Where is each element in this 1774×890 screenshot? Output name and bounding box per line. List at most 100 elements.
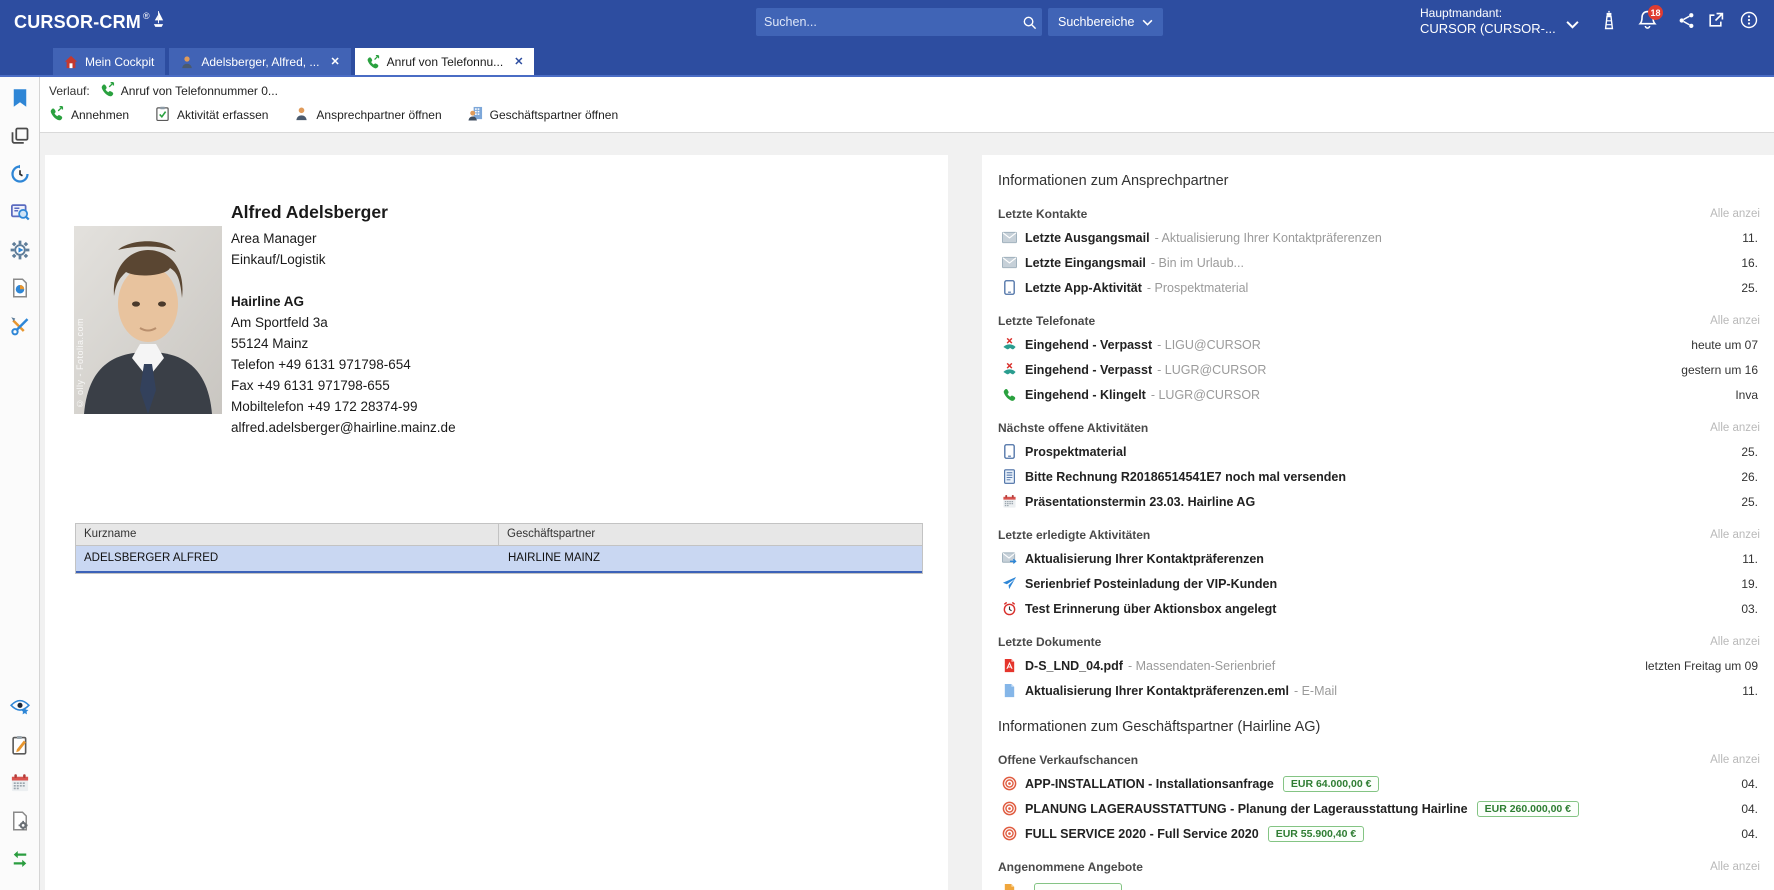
column-header-kurzname[interactable]: Kurzname <box>76 524 499 545</box>
item-timestamp: 11. <box>1742 684 1760 698</box>
item-timestamp: 11. <box>1742 231 1760 245</box>
aktivit-t-erfassen-button[interactable]: Aktivität erfassen <box>155 106 268 124</box>
share-icon[interactable] <box>1678 12 1695 29</box>
table-row[interactable]: ADELSBERGER ALFREDHAIRLINE MAINZ <box>76 546 922 573</box>
notification-count-badge: 18 <box>1648 5 1663 20</box>
list-item[interactable]: D-S_LND_04.pdf- Massendaten-Serienbriefl… <box>998 653 1760 678</box>
value-badge: EUR 260.000,00 € <box>1477 801 1579 817</box>
notifications-bell-icon[interactable]: 18 <box>1638 10 1657 31</box>
person-icon <box>180 55 194 69</box>
list-item[interactable]: Aktualisierung Ihrer Kontaktpräferenzen1… <box>998 546 1760 571</box>
sailboat-icon <box>152 10 165 34</box>
value-badge: EUR 64.000,00 € <box>1283 776 1380 792</box>
show-all-link[interactable]: Alle anzei <box>1710 315 1760 327</box>
section-header-letzte-dokumente: Letzte DokumenteAlle anzei <box>998 631 1760 653</box>
app-logo: CURSOR-CRM® <box>14 10 165 34</box>
item-subtitle: - Aktualisierung Ihrer Kontaktpräferenze… <box>1155 231 1382 245</box>
item-timestamp: 04. <box>1741 827 1760 841</box>
sidebar-swap-icon[interactable] <box>7 846 33 872</box>
show-all-link[interactable]: Alle anzei <box>1710 636 1760 648</box>
item-timestamp: 25. <box>1741 495 1760 509</box>
file-icon <box>1000 683 1018 698</box>
sidebar-pages-icon[interactable] <box>7 123 33 149</box>
list-item[interactable]: PLANUNG LAGERAUSSTATTUNG - Planung der L… <box>998 796 1760 821</box>
item-text: PLANUNG LAGERAUSSTATTUNG - Planung der L… <box>1025 802 1468 816</box>
list-item[interactable]: APP-INSTALLATION - InstallationsanfrageE… <box>998 771 1760 796</box>
mail-icon <box>1000 255 1018 270</box>
info-icon[interactable] <box>1740 11 1758 29</box>
crm-application: CURSOR-CRM® Suchbereiche Hauptmandant: C… <box>0 0 1774 890</box>
contact-street: Am Sportfeld 3a <box>231 312 456 333</box>
lighthouse-icon[interactable] <box>1601 10 1617 31</box>
ansprechpartner-ffnen-button[interactable]: Ansprechpartner öffnen <box>294 106 441 124</box>
global-search <box>756 8 1042 36</box>
contact-table: KurznameGeschäftspartnerADELSBERGER ALFR… <box>75 523 923 574</box>
list-item[interactable]: Letzte Eingangsmail- Bin im Urlaub...16. <box>998 250 1760 275</box>
contact-city: 55124 Mainz <box>231 333 456 354</box>
search-icon[interactable] <box>1016 15 1042 30</box>
list-item[interactable]: Eingehend - Klingelt- LUGR@CURSORInva <box>998 382 1760 407</box>
tenant-chevron-down-icon[interactable] <box>1566 16 1579 34</box>
calendar-small-icon <box>1000 494 1018 509</box>
list-item[interactable]: Aktualisierung Ihrer Kontaktpräferenzen.… <box>998 678 1760 703</box>
column-header-gesch-ftspartner[interactable]: Geschäftspartner <box>499 524 922 545</box>
open-external-icon[interactable] <box>1707 12 1724 29</box>
panel-title-businesspartner: Informationen zum Geschäftspartner (Hair… <box>998 719 1760 739</box>
item-text: Aktualisierung Ihrer Kontaktpräferenzen.… <box>1025 684 1289 698</box>
search-scope-button[interactable]: Suchbereiche <box>1048 8 1163 36</box>
sidebar-gear-play-icon[interactable] <box>7 237 33 263</box>
sidebar-chart-doc-icon[interactable] <box>7 275 33 301</box>
search-input[interactable] <box>756 15 1016 29</box>
business-person-icon <box>468 106 483 124</box>
sidebar-report-search-icon[interactable] <box>7 199 33 225</box>
list-item[interactable]: Letzte App-Aktivität- Prospektmaterial25… <box>998 275 1760 300</box>
tab-mein-cockpit[interactable]: Mein Cockpit <box>53 48 165 75</box>
list-item[interactable]: Serienbrief Posteinladung der VIP-Kunden… <box>998 571 1760 596</box>
item-timestamp: heute um 07 <box>1691 338 1760 352</box>
section-title: Letzte erledigte Aktivitäten <box>998 528 1150 542</box>
sidebar-note-edit-icon[interactable] <box>7 732 33 758</box>
phone-app-icon <box>1000 280 1018 295</box>
sidebar-eye-star-icon[interactable] <box>7 694 33 720</box>
missed-call-icon <box>1000 337 1018 352</box>
show-all-link[interactable]: Alle anzei <box>1710 754 1760 766</box>
section-header-n-chste-offene-aktivit-ten: Nächste offene AktivitätenAlle anzei <box>998 417 1760 439</box>
list-item[interactable]: Bitte Rechnung R20186514541E7 noch mal v… <box>998 464 1760 489</box>
list-item[interactable]: Präsentationstermin 23.03. Hairline AG25… <box>998 489 1760 514</box>
history-entry[interactable]: Anruf von Telefonnummer 0... <box>100 82 278 100</box>
close-icon[interactable]: ✕ <box>514 55 523 68</box>
item-timestamp: 25. <box>1741 281 1760 295</box>
contact-email: alfred.adelsberger@hairline.mainz.de <box>231 417 456 438</box>
show-all-link[interactable]: Alle anzei <box>1710 422 1760 434</box>
list-item[interactable]: FULL SERVICE 2020 - Full Service 2020EUR… <box>998 821 1760 846</box>
section-header-offene-verkaufschancen: Offene VerkaufschancenAlle anzei <box>998 749 1760 771</box>
panel-title-contact: Informationen zum Ansprechpartner <box>998 173 1760 193</box>
section-title: Angenommene Angebote <box>998 860 1143 874</box>
list-item[interactable]: Test Erinnerung über Aktionsbox angelegt… <box>998 596 1760 621</box>
gesch-ftspartner-ffnen-button[interactable]: Geschäftspartner öffnen <box>468 106 619 124</box>
annehmen-button[interactable]: Annehmen <box>49 106 129 124</box>
history-label: Verlauf: <box>49 84 90 98</box>
sidebar-tools-icon[interactable] <box>7 313 33 339</box>
list-item[interactable] <box>998 878 1760 890</box>
show-all-link[interactable]: Alle anzei <box>1710 529 1760 541</box>
sidebar-history-icon[interactable] <box>7 161 33 187</box>
list-item[interactable]: Prospektmaterial25. <box>998 439 1760 464</box>
contact-photo: © olly - Fotolia.com <box>74 226 222 414</box>
sidebar-calendar-icon[interactable] <box>7 770 33 796</box>
list-item[interactable]: Eingehend - Verpasst- LUGR@CURSORgestern… <box>998 357 1760 382</box>
item-text: Eingehend - Verpasst <box>1025 363 1152 377</box>
sidebar-bookmark-icon[interactable] <box>7 85 33 111</box>
tab-adelsberger-alfred[interactable]: Adelsberger, Alfred, ...✕ <box>169 48 350 75</box>
list-item[interactable]: Letzte Ausgangsmail- Aktualisierung Ihre… <box>998 225 1760 250</box>
tenant-selector[interactable]: Hauptmandant: CURSOR (CURSOR-... <box>1420 5 1556 37</box>
section-header-letzte-kontakte: Letzte KontakteAlle anzei <box>998 203 1760 225</box>
ringing-call-icon <box>1000 387 1018 402</box>
tab-anruf-von-telefonnu[interactable]: Anruf von Telefonnu... ✕ <box>355 48 535 75</box>
close-icon[interactable]: ✕ <box>330 55 339 68</box>
list-item[interactable]: Eingehend - Verpasst- LIGU@CURSORheute u… <box>998 332 1760 357</box>
tab-label: Anruf von Telefonnu... <box>387 55 504 69</box>
show-all-link[interactable]: Alle anzei <box>1710 208 1760 220</box>
show-all-link[interactable]: Alle anzei <box>1710 861 1760 873</box>
sidebar-doc-gear-icon[interactable] <box>7 808 33 834</box>
